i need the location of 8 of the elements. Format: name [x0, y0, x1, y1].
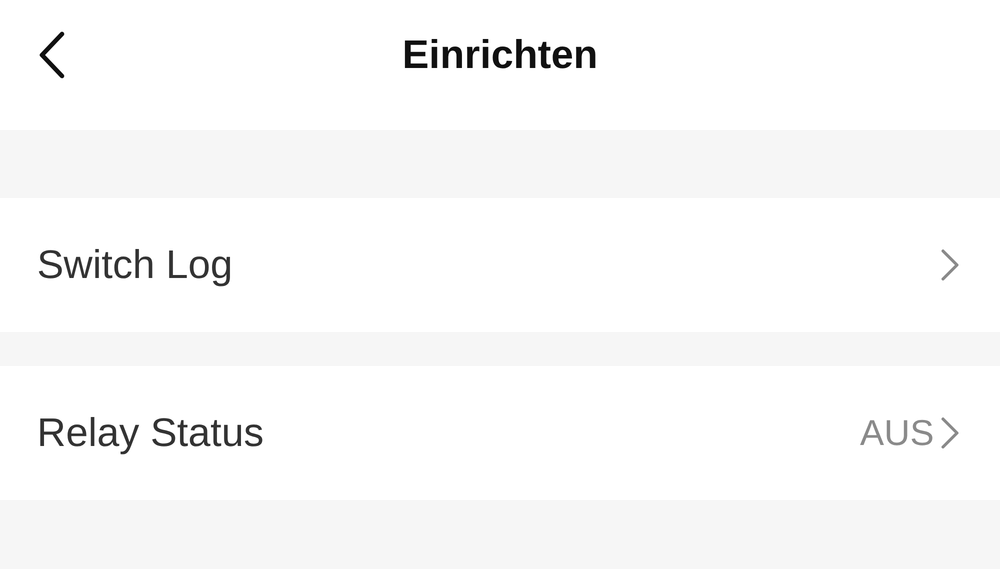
chevron-icon	[940, 248, 960, 282]
chevron-icon	[940, 416, 960, 450]
row-value: AUS	[860, 412, 934, 454]
settings-row[interactable]: Switch Log	[0, 198, 1000, 332]
row-label: Relay Status	[37, 410, 265, 456]
settings-row[interactable]: Relay Status AUS	[0, 366, 1000, 500]
page-title: Einrichten	[402, 32, 598, 78]
row-label: Switch Log	[37, 242, 234, 288]
